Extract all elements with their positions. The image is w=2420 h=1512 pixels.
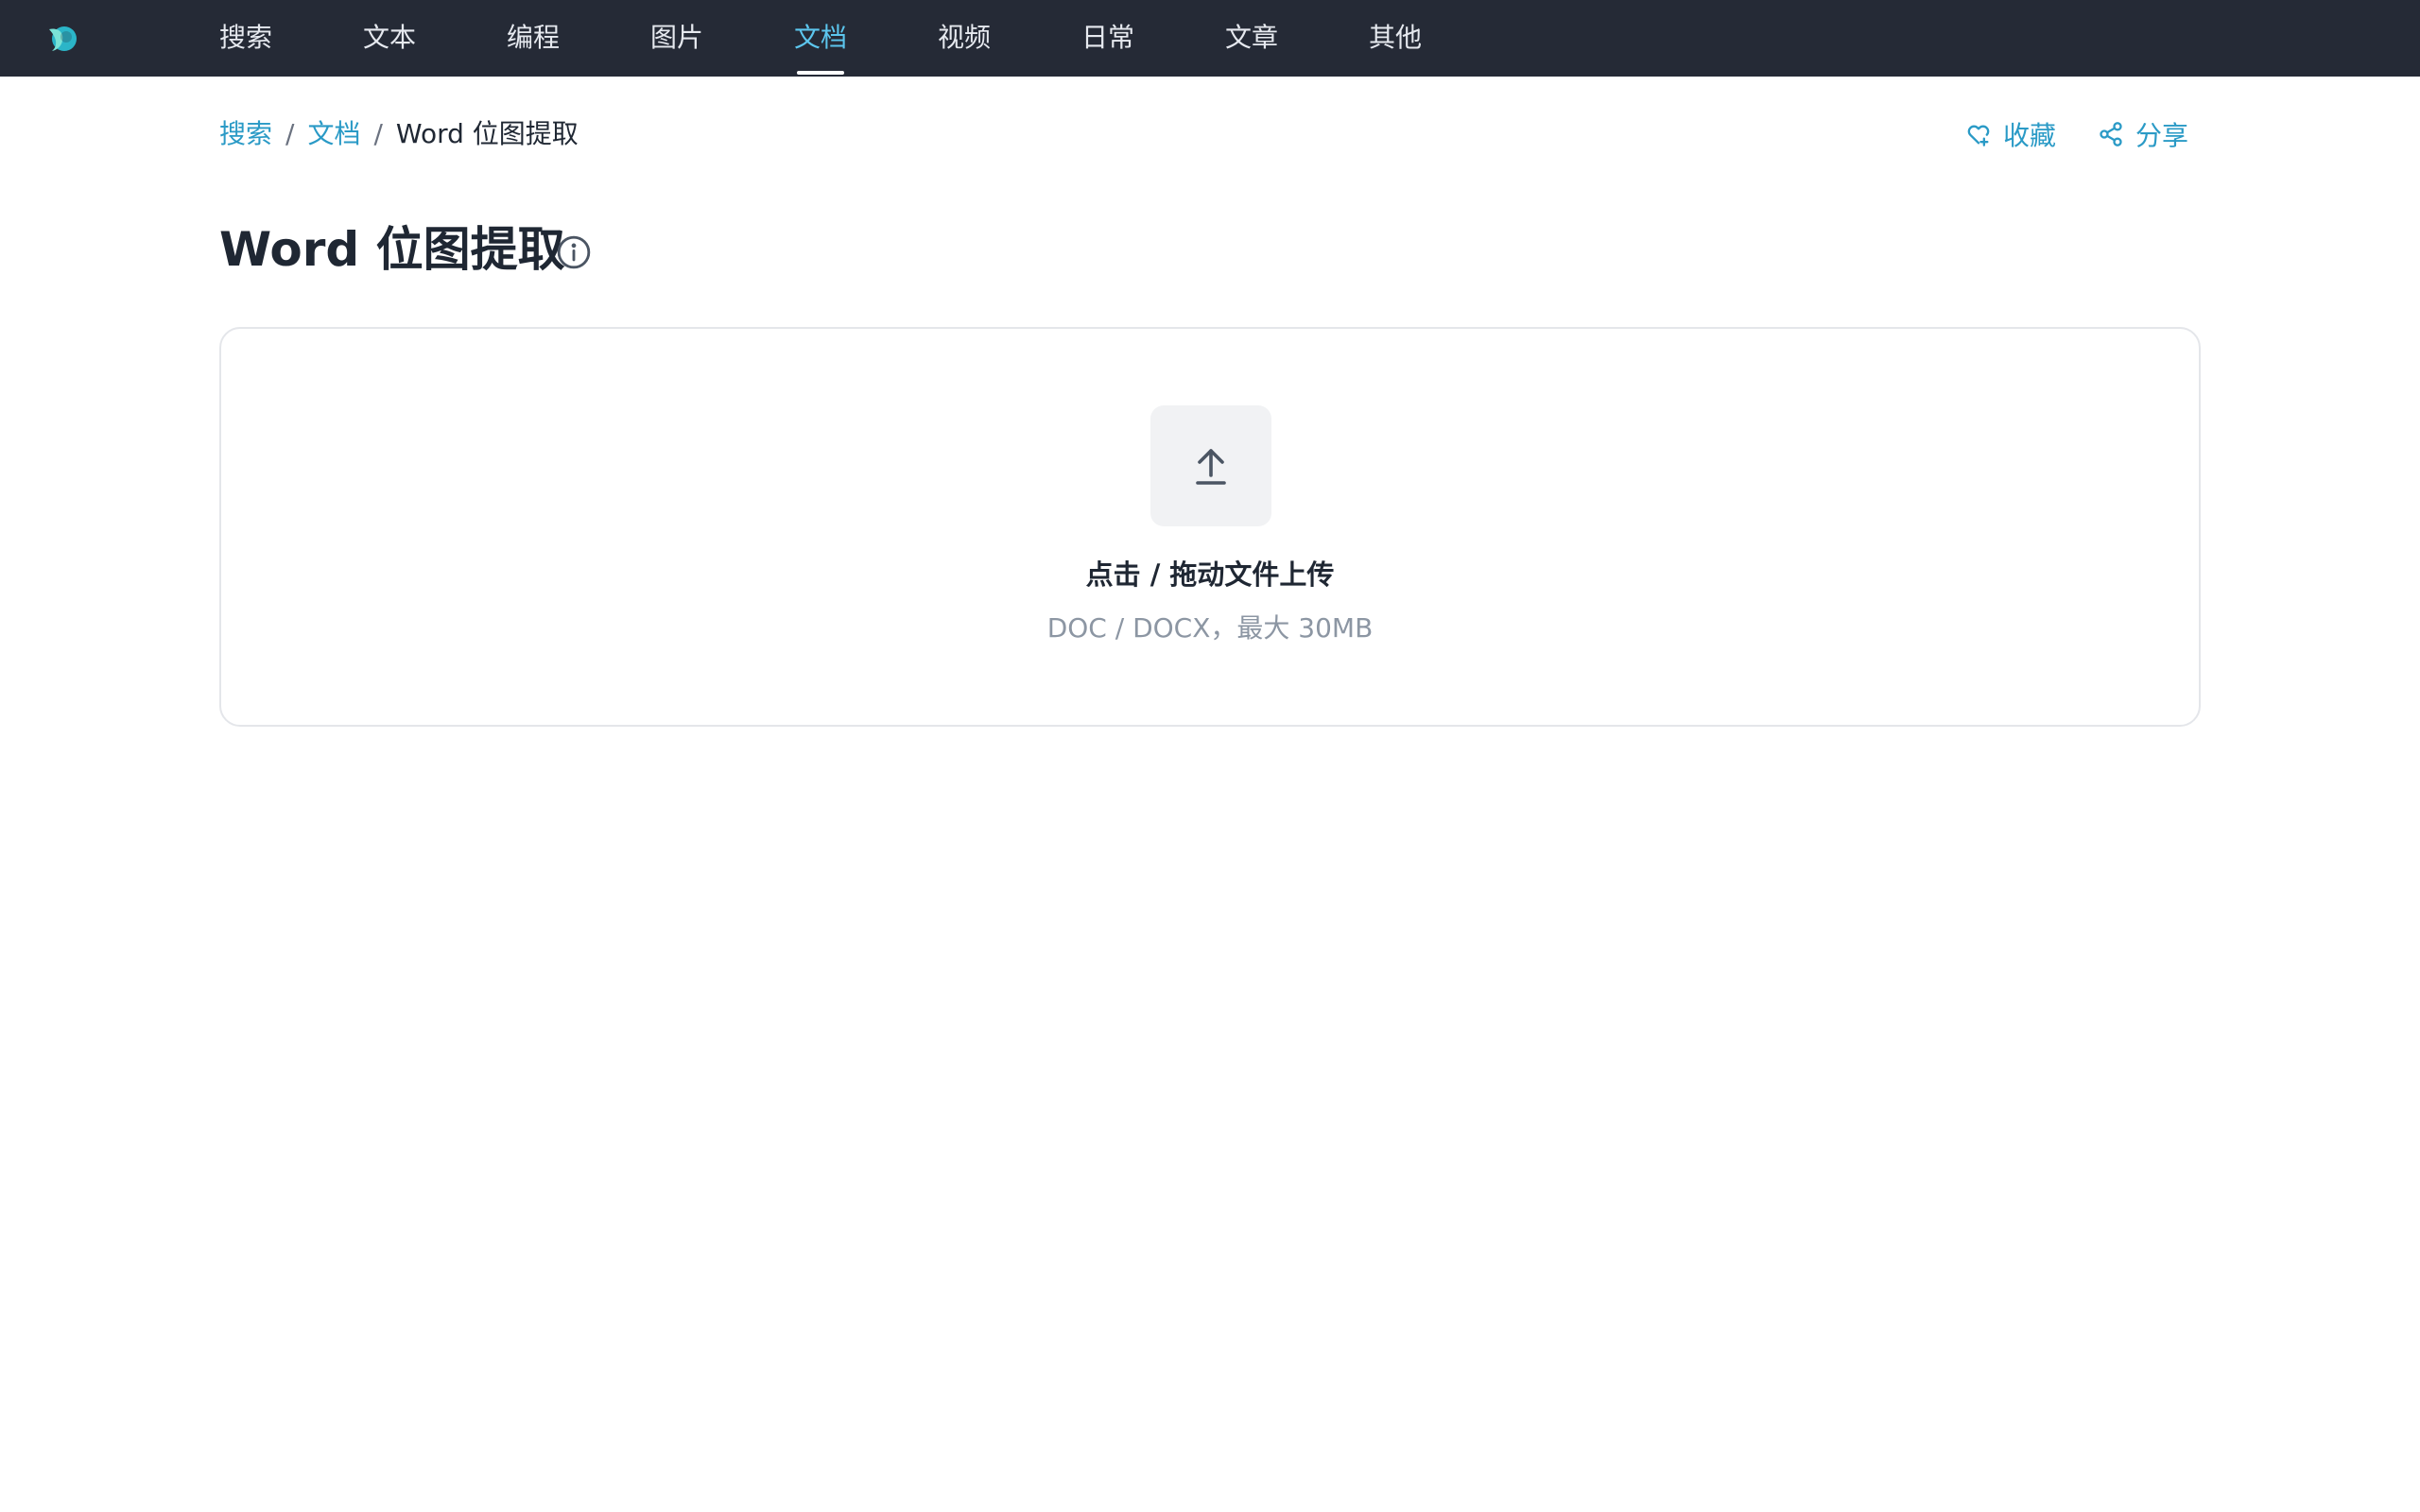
upload-icon-container	[1150, 405, 1271, 526]
breadcrumb-documents[interactable]: 文档	[307, 118, 360, 149]
heart-plus-icon	[1967, 125, 1990, 146]
share-label: 分享	[2135, 120, 2188, 151]
breadcrumb-current: Word 位图提取	[395, 118, 579, 149]
page-actions: 收藏 分享	[1965, 114, 2188, 154]
info-icon[interactable]	[556, 234, 592, 270]
upload-title: 点击 / 拖动文件上传	[1085, 558, 1335, 591]
upload-icon	[1196, 449, 1226, 485]
nav-item-other[interactable]: 其他	[1369, 0, 1422, 77]
file-upload-dropzone[interactable]: 点击 / 拖动文件上传 DOC / DOCX，最大 30MB	[219, 327, 2201, 727]
nav-item-coding[interactable]: 编程	[507, 0, 560, 77]
breadcrumb-separator: /	[285, 118, 295, 149]
main-nav: 搜索 文本 编程 图片 文档 视频 日常 文章 其他	[0, 0, 2420, 77]
favorite-button[interactable]: 收藏	[1965, 115, 2056, 153]
nav-active-indicator	[797, 71, 844, 75]
nav-item-images[interactable]: 图片	[650, 0, 703, 77]
nav-item-search[interactable]: 搜索	[219, 0, 272, 77]
nav-item-text[interactable]: 文本	[363, 0, 416, 77]
breadcrumb-search[interactable]: 搜索	[219, 118, 272, 149]
page-title: Word 位图提取	[219, 222, 565, 277]
share-button[interactable]: 分享	[2098, 115, 2188, 153]
share-icon	[2100, 122, 2122, 146]
upload-hint: DOC / DOCX，最大 30MB	[1046, 612, 1374, 644]
breadcrumb: 搜索 / 文档 / Word 位图提取	[219, 114, 579, 154]
nav-item-articles[interactable]: 文章	[1225, 0, 1278, 77]
favorite-label: 收藏	[2002, 120, 2056, 151]
breadcrumb-separator: /	[373, 118, 383, 149]
nav-item-documents[interactable]: 文档	[794, 0, 847, 77]
nav-item-daily[interactable]: 日常	[1081, 0, 1134, 77]
nav-item-video[interactable]: 视频	[938, 0, 991, 77]
top-navigation-bar: 搜索 文本 编程 图片 文档 视频 日常 文章 其他	[0, 0, 2420, 77]
